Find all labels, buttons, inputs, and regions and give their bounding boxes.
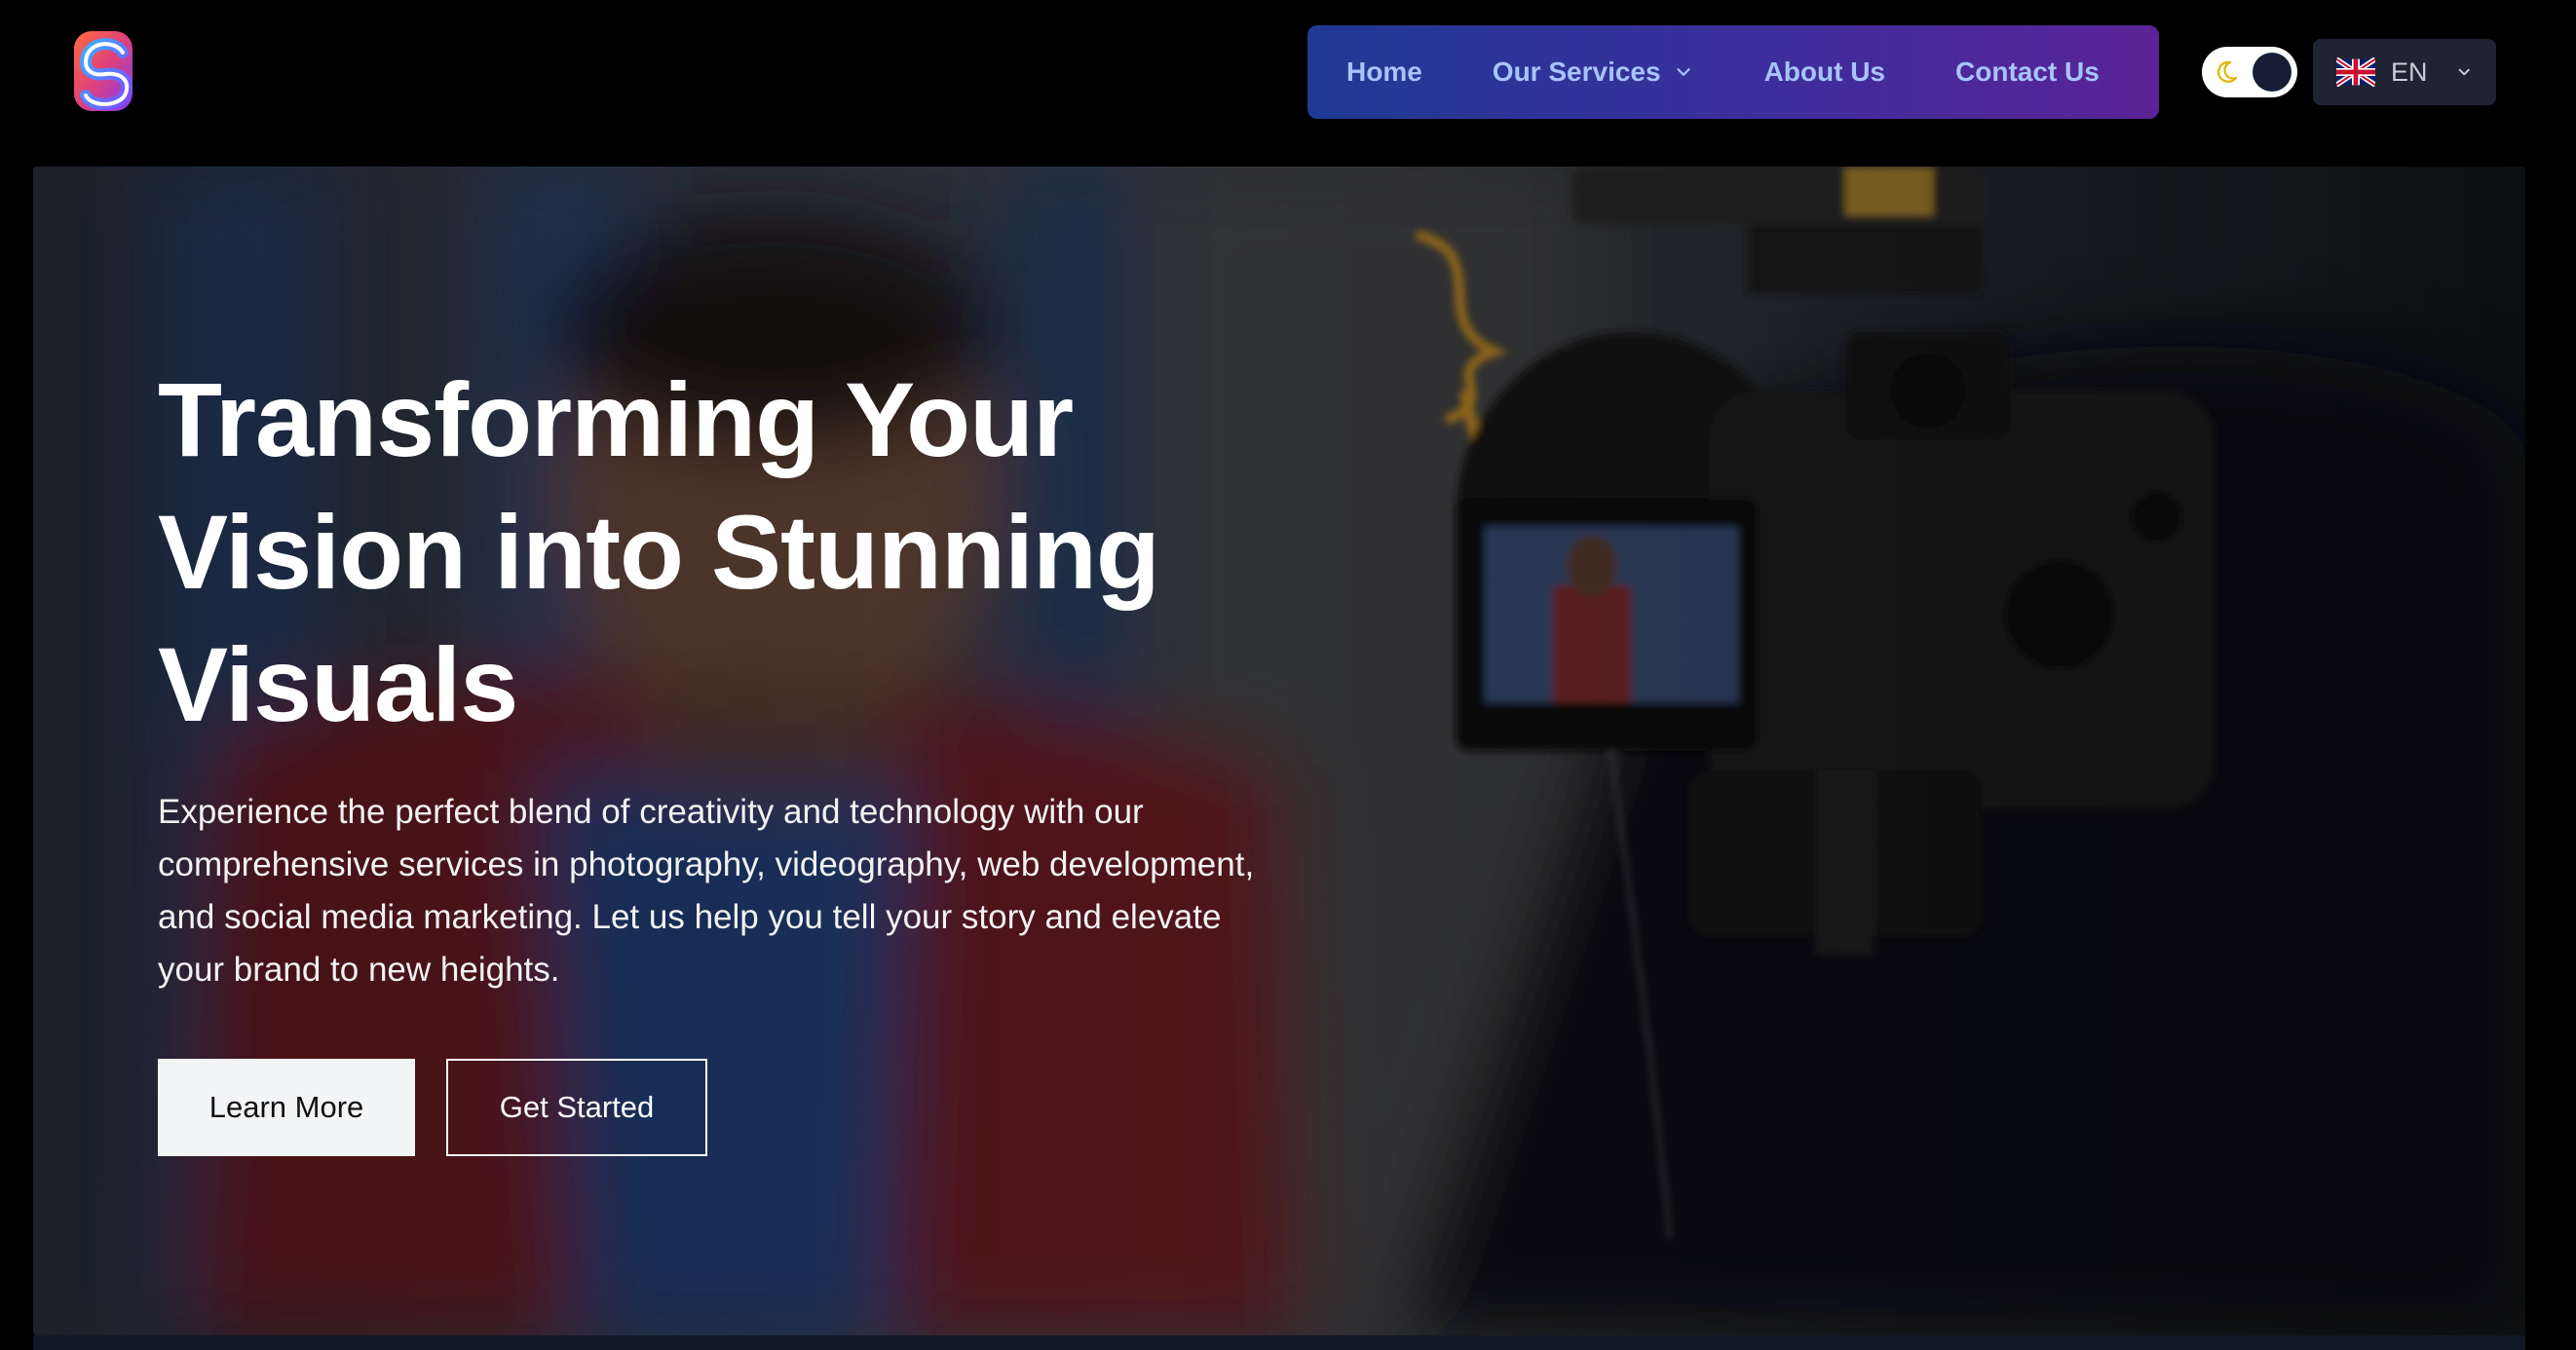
site-header: Home Our Services About Us Contact Us EN	[0, 0, 2576, 166]
brand-logo-icon[interactable]	[72, 29, 148, 115]
language-code: EN	[2391, 56, 2428, 87]
nav-contact-us[interactable]: Contact Us	[1955, 56, 2100, 88]
toggle-knob	[2253, 53, 2292, 92]
nav-about-us[interactable]: About Us	[1764, 56, 1885, 88]
next-section-edge	[33, 1335, 2525, 1350]
hero-overlay	[33, 167, 2525, 1335]
nav-our-services[interactable]: Our Services	[1493, 56, 1694, 88]
chevron-down-icon	[2458, 68, 2470, 76]
nav-contact-us-label: Contact Us	[1955, 56, 2100, 87]
hero-title: Transforming Your Vision into Stunning V…	[158, 360, 1160, 743]
hero-description: Experience the perfect blend of creativi…	[158, 793, 1255, 989]
nav-our-services-label: Our Services	[1492, 56, 1661, 87]
hero-section: Transforming Your Vision into Stunning V…	[33, 167, 2525, 1335]
language-selector[interactable]: EN	[2313, 39, 2496, 105]
theme-toggle[interactable]	[2202, 47, 2297, 97]
page: Home Our Services About Us Contact Us EN…	[0, 0, 2576, 1350]
get-started-button[interactable]: Get Started	[446, 1059, 707, 1156]
uk-flag-icon	[2336, 57, 2375, 87]
main-nav: Home Our Services About Us Contact Us	[1307, 25, 2159, 119]
nav-home-label: Home	[1346, 56, 1422, 87]
moon-icon	[2217, 60, 2238, 83]
nav-about-us-label: About Us	[1763, 56, 1886, 87]
chevron-down-icon	[1676, 68, 1690, 76]
learn-more-button[interactable]: Learn More	[158, 1059, 415, 1156]
nav-home[interactable]: Home	[1346, 56, 1422, 88]
